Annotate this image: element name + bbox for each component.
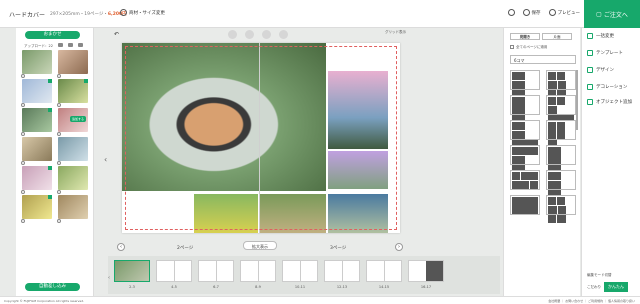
apply-all-checkbox[interactable]: 全てのページに適用: [510, 45, 547, 50]
help-button[interactable]: [507, 9, 515, 16]
layout-scrollbar[interactable]: [576, 70, 578, 130]
layout-option[interactable]: [546, 195, 576, 223]
auto-layout-button[interactable]: おまかせ: [25, 31, 80, 39]
add-photo-tag[interactable]: 追加する: [69, 116, 86, 122]
copy-page-icon[interactable]: [228, 30, 237, 39]
menu-design[interactable]: デザイン: [587, 67, 614, 73]
menu-add-object[interactable]: オブジェクト追加: [587, 99, 636, 105]
page-spread: [122, 43, 400, 233]
layout-option[interactable]: [546, 145, 576, 182]
eye-icon[interactable]: [78, 43, 83, 47]
layout-option[interactable]: [546, 95, 576, 123]
photo-thumb[interactable]: [21, 137, 52, 165]
layout-option[interactable]: [546, 70, 576, 98]
next-page-button[interactable]: ›: [395, 243, 403, 251]
product-name: ハードカバー: [9, 12, 46, 19]
order-button[interactable]: ▢ ご注文へ: [584, 0, 640, 28]
save-button[interactable]: 保存: [522, 9, 541, 16]
spread-thumb[interactable]: [408, 260, 444, 282]
upload-count: アップロード：22: [24, 44, 53, 48]
expand-view-button[interactable]: 拡大表示: [243, 241, 277, 250]
photo-thumb[interactable]: [57, 166, 88, 194]
layout-option[interactable]: [510, 95, 540, 132]
photo-thumb[interactable]: [21, 195, 52, 223]
auto-insert-button[interactable]: 自動差し込み: [25, 283, 80, 291]
upload-icon[interactable]: [58, 43, 63, 47]
paste-page-icon[interactable]: [245, 30, 254, 39]
photo-thumb[interactable]: [21, 79, 52, 107]
design-icon: [587, 67, 593, 73]
sort-icon[interactable]: [68, 43, 73, 47]
layout-option[interactable]: [510, 170, 540, 190]
mode-toggle[interactable]: こだわり かんたん: [587, 282, 628, 292]
preview-button[interactable]: プレビュー: [548, 9, 580, 16]
canvas-tools: [228, 30, 288, 39]
layout-options: [510, 70, 576, 223]
spread-thumb[interactable]: [324, 260, 360, 282]
layout-option[interactable]: [546, 170, 576, 207]
top-bar: ハードカバー 297×205mm・19ページ・6,200円 商材・サイズ変更 保…: [0, 0, 640, 28]
safe-area-guide: [125, 46, 397, 230]
object-icon: [587, 99, 593, 105]
layout-option[interactable]: [546, 120, 576, 157]
add-text-icon[interactable]: [279, 30, 288, 39]
swap-page-icon[interactable]: [262, 30, 271, 39]
layout-option[interactable]: [510, 70, 540, 107]
tab-single[interactable]: 片面: [542, 33, 572, 40]
right-page-label: 3ページ: [330, 246, 347, 251]
eye-icon: [548, 9, 556, 16]
refresh-icon: [120, 9, 127, 16]
footer-links[interactable]: 会社概要 ｜ お問い合わせ ｜ ご利用規約 ｜ 個人情報の取り扱い: [548, 299, 635, 303]
spread-thumb[interactable]: [282, 260, 318, 282]
collapse-panel-icon[interactable]: ‹: [104, 155, 107, 164]
star-icon: [587, 84, 593, 90]
undo-icon[interactable]: ↶: [114, 31, 119, 38]
photo-thumb[interactable]: [21, 166, 52, 194]
photo-thumb[interactable]: [21, 108, 52, 136]
edit-mode-label: 編集モード切替: [587, 273, 612, 277]
copyright: Copyright © FUJIFILM Corporation All rig…: [4, 299, 85, 303]
photo-thumb[interactable]: [57, 137, 88, 165]
bulk-change-icon: [587, 33, 593, 39]
photo-thumb[interactable]: [57, 50, 88, 78]
strip-left-arrow[interactable]: ‹: [108, 275, 110, 281]
spread-thumb[interactable]: [240, 260, 276, 282]
photo-panel: おまかせ アップロード：22 追加する 自動差し込み: [16, 28, 94, 298]
photo-thumb[interactable]: [57, 79, 88, 107]
product-meta: 297×205mm・19ページ・6,200円: [50, 12, 127, 17]
help-icon: [507, 9, 515, 16]
side-menu: 一括変更 テンプレート デザイン デコレーション オブジェクト追加 編集モード切…: [581, 28, 640, 298]
footer: Copyright © FUJIFILM Corporation All rig…: [0, 296, 640, 304]
photo-thumbnails: 追加する: [21, 50, 88, 223]
left-page-label: 2ページ: [177, 246, 194, 251]
easy-mode-button[interactable]: かんたん: [604, 282, 628, 292]
cloud-icon: [522, 9, 530, 16]
menu-bulk-change[interactable]: 一括変更: [587, 33, 614, 39]
spread-thumb[interactable]: [114, 260, 150, 282]
template-icon: [587, 50, 593, 56]
spread-thumb[interactable]: [198, 260, 234, 282]
layout-option[interactable]: [510, 195, 540, 215]
grid-toggle[interactable]: グリッド表示: [385, 30, 406, 35]
layout-tabs: 見開き 片面: [510, 33, 572, 40]
layout-option[interactable]: [510, 145, 540, 173]
photo-thumb[interactable]: [57, 195, 88, 223]
layout-option[interactable]: [510, 120, 540, 148]
photo-thumb[interactable]: [21, 50, 52, 78]
frame-count-select[interactable]: 6コマ: [510, 55, 576, 64]
change-size-button[interactable]: 商材・サイズ変更: [120, 9, 165, 16]
photo-thumb[interactable]: 追加する: [57, 108, 88, 136]
prev-page-button[interactable]: ‹: [117, 243, 125, 251]
spread-thumb[interactable]: [366, 260, 402, 282]
layout-panel: 見開き 片面 全てのページに適用 6コマ: [503, 28, 580, 298]
tab-spread[interactable]: 見開き: [510, 33, 540, 40]
cart-icon: ▢: [596, 10, 602, 18]
menu-template[interactable]: テンプレート: [587, 50, 623, 56]
photo-tools: [58, 43, 83, 47]
menu-decoration[interactable]: デコレーション: [587, 84, 627, 90]
spread-thumb[interactable]: [156, 260, 192, 282]
top-actions: 保存 プレビュー: [507, 9, 580, 16]
